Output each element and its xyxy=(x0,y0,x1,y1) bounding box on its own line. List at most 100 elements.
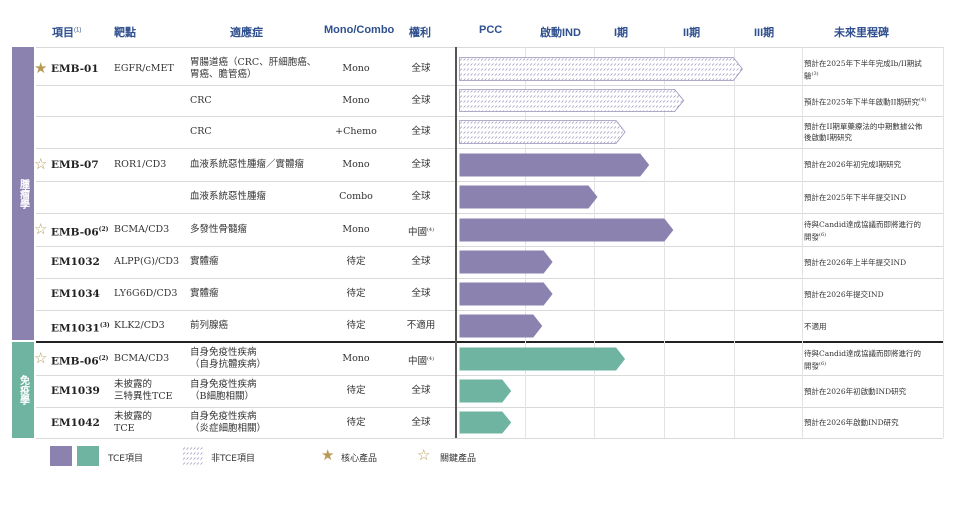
project-label: EM1032 xyxy=(51,256,100,268)
project-label: EMB-07 xyxy=(51,158,99,171)
target-line: KLK2/CD3 xyxy=(114,320,165,331)
milestone-text: 待與Candid達成協議而即將進行的 開發(6) xyxy=(804,219,944,243)
progress-bar xyxy=(459,347,626,370)
target-line: 三特異性TCE xyxy=(114,391,173,402)
indication: 血液系統惡性腫瘤 xyxy=(190,191,266,203)
milestone-line: 預計在2026年上半年提交IND xyxy=(804,257,907,267)
row-divider xyxy=(36,213,943,214)
rights-footnote: (4) xyxy=(426,226,435,233)
project-footnote: (2) xyxy=(98,354,109,362)
mono-combo-value: Mono xyxy=(342,94,370,106)
indication: 胃腸道癌（CRC、肝細胞癌、 胃癌、膽管癌） xyxy=(190,57,316,81)
project-name: EMB-01 xyxy=(51,63,99,75)
header-ind: 啟動IND xyxy=(540,27,581,39)
indication-line: 胃癌、膽管癌） xyxy=(190,68,257,80)
target-name: LY6G6D/CD3 xyxy=(114,288,177,300)
milestone-text: 預計在2025年下半年提交IND xyxy=(804,192,944,203)
target-line: ROR1/CD3 xyxy=(114,158,167,170)
target-name: ALPP(G)/CD3 xyxy=(114,256,179,268)
rights-label: 全球 xyxy=(411,288,431,299)
progress-bar xyxy=(459,314,543,338)
indication-line: 自身免疫性疾病 xyxy=(190,379,257,390)
row-divider xyxy=(36,85,943,86)
header-target: 靶點 xyxy=(114,27,136,39)
indication-line: 多發性骨髓瘤 xyxy=(190,223,248,235)
indication: 多發性骨髓瘤 xyxy=(190,224,247,236)
mono-combo-value: 待定 xyxy=(346,288,366,299)
indication-line: （炎症細胞相關） xyxy=(190,422,267,434)
milestone-line: 預計在2026年啟動IND研究 xyxy=(804,418,899,427)
legend-hatch-icon xyxy=(182,446,204,466)
mono-combo-value: Mono xyxy=(342,352,370,364)
rights-value: 全球 xyxy=(400,159,442,171)
indication: 血液系統惡性腫瘤／實體瘤 xyxy=(190,159,304,171)
rights-label: 中國 xyxy=(407,226,427,238)
rights-value: 不適用 xyxy=(400,320,442,332)
rights-value: 全球 xyxy=(400,385,442,397)
target-line: BCMA/CD3 xyxy=(114,352,170,364)
milestone-text: 預計在2025年下半年啟動II期研究(4) xyxy=(804,95,944,108)
key-product-star-icon: ☆ xyxy=(34,219,48,238)
milestone-line: 開發(6) xyxy=(804,360,827,371)
mono-combo-value: Mono xyxy=(342,223,370,235)
rights-label: 全球 xyxy=(411,158,431,170)
milestone-text: 預計在2026年上半年提交IND xyxy=(804,257,944,268)
indication-line: CRC xyxy=(190,126,212,137)
target-line: 未披露的 xyxy=(114,379,153,390)
stage-divider xyxy=(734,47,735,438)
row-divider xyxy=(36,181,943,182)
project-name: EM1039 xyxy=(51,385,100,397)
rights-label: 全球 xyxy=(411,94,431,106)
indication-line: （自身抗體疾病） xyxy=(190,358,267,370)
progress-bar xyxy=(459,411,512,434)
indication-line: 自身免疫性疾病 xyxy=(190,410,257,422)
project-label: EM1034 xyxy=(51,288,100,300)
indication: CRC xyxy=(190,126,212,138)
row-divider xyxy=(36,278,943,279)
legend-key-star-icon: ☆ xyxy=(417,446,431,464)
milestone-footnote: (3) xyxy=(811,70,819,77)
target-name: 未披露的 TCE xyxy=(114,411,152,435)
milestone-line: 預計在2026年初啟動IND研究 xyxy=(804,386,907,396)
progress-bar-hatched xyxy=(459,120,626,144)
project-footnote: (3) xyxy=(99,322,110,329)
rights-label: 不適用 xyxy=(406,320,436,331)
rights-value: 全球 xyxy=(400,63,442,75)
indication: CRC xyxy=(190,95,212,107)
milestone-footnote: (6) xyxy=(819,231,827,238)
milestone-text: 預計在2026年初完成I期研究 xyxy=(804,159,944,170)
milestone-text: 預計在2026年提交IND xyxy=(804,289,944,300)
project-name: EMB-06(2) xyxy=(51,224,109,239)
stage-start-divider xyxy=(455,47,457,438)
target-line: 未披露的 xyxy=(114,410,153,422)
milestone-line: 預計在2025年下半年完成Ib/II期試 xyxy=(804,58,922,68)
row-divider xyxy=(36,47,943,48)
project-footnote: (2) xyxy=(98,225,109,233)
row-divider xyxy=(36,310,943,311)
rights-label: 全球 xyxy=(411,416,431,428)
milestone-footnote: (6) xyxy=(819,360,827,367)
rights-value: 中國(4) xyxy=(400,353,442,368)
mono-combo-value: 待定 xyxy=(346,385,366,396)
milestone-line: 後啟動I期研究 xyxy=(804,133,852,142)
target-line: BCMA/CD3 xyxy=(114,223,170,235)
indication: 實體瘤 xyxy=(190,256,219,268)
milestone-footnote: (4) xyxy=(919,97,927,103)
project-name: EMB-07 xyxy=(51,159,99,171)
rights-value: 全球 xyxy=(400,288,442,300)
project-label: EM1042 xyxy=(51,416,100,429)
stage-divider xyxy=(802,47,803,438)
progress-bar xyxy=(459,282,553,306)
milestone-line: 待與Candid達成協議而即將進行的 xyxy=(804,348,922,358)
legend-core-label: 核心產品 xyxy=(341,454,378,464)
milestone-text: 預計在2026年初啟動IND研究 xyxy=(804,386,944,397)
key-product-star-icon: ☆ xyxy=(34,154,48,173)
indication: 實體瘤 xyxy=(190,288,219,300)
header-pcc: PCC xyxy=(479,24,503,36)
target-line: LY6G6D/CD3 xyxy=(114,288,178,299)
rights-label: 中國 xyxy=(407,355,427,367)
progress-bar xyxy=(459,185,598,209)
mono-combo-value: Combo xyxy=(339,191,373,202)
milestone-text: 預計在II期單藥療法的中期數據公佈 後啟動I期研究 xyxy=(804,121,944,143)
rights-value: 全球 xyxy=(400,417,442,429)
